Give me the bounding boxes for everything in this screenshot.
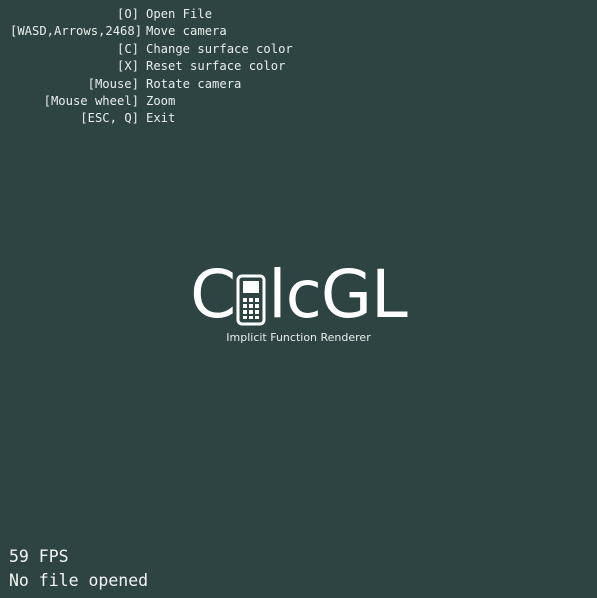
- shortcut-action: Change surface color: [146, 41, 293, 56]
- shortcut-row-zoom: [Mouse wheel] Zoom: [10, 93, 293, 110]
- shortcut-action: Zoom: [146, 94, 176, 109]
- shortcut-key: [Mouse]: [87, 76, 139, 91]
- shortcut-row-open-file: [O] Open File: [10, 6, 293, 23]
- shortcut-key: [Mouse wheel]: [43, 94, 139, 109]
- calculator-icon: [236, 274, 266, 326]
- shortcut-action: Exit: [146, 111, 176, 126]
- shortcut-key: [ESC, Q]: [80, 111, 139, 126]
- shortcut-action: Rotate camera: [146, 76, 242, 91]
- shortcut-key: [WASD,Arrows,2468]: [10, 24, 143, 39]
- keyboard-shortcuts-list: [O] Open File [WASD,Arrows,2468] Move came…: [10, 6, 293, 128]
- shortcut-action: Reset surface color: [146, 59, 286, 74]
- shortcut-key: [X]: [116, 59, 139, 74]
- shortcut-key: [O]: [116, 7, 139, 21]
- shortcut-action: Move camera: [146, 24, 227, 39]
- shortcut-row-reset-color: [X] Reset surface color: [10, 58, 293, 75]
- shortcut-row-change-color: [C] Change surface color: [10, 41, 293, 58]
- logo-tagline: Implicit Function Renderer: [226, 331, 371, 344]
- shortcut-row-move-camera: [WASD,Arrows,2468] Move camera: [10, 23, 293, 40]
- file-status-text: No file opened: [9, 571, 149, 590]
- shortcut-row-rotate-camera: [Mouse] Rotate camera: [10, 76, 293, 93]
- logo-text-prefix: C: [190, 256, 236, 333]
- logo-text-suffix: lcGL: [268, 256, 408, 333]
- shortcut-action: Open File: [146, 7, 213, 21]
- fps-counter: 59 FPS: [9, 547, 69, 566]
- shortcut-key: [C]: [116, 41, 139, 56]
- shortcut-row-exit: [ESC, Q] Exit: [10, 110, 293, 127]
- logo-wordmark: C lcGL: [190, 256, 408, 333]
- app-logo: C lcGL: [0, 262, 597, 328]
